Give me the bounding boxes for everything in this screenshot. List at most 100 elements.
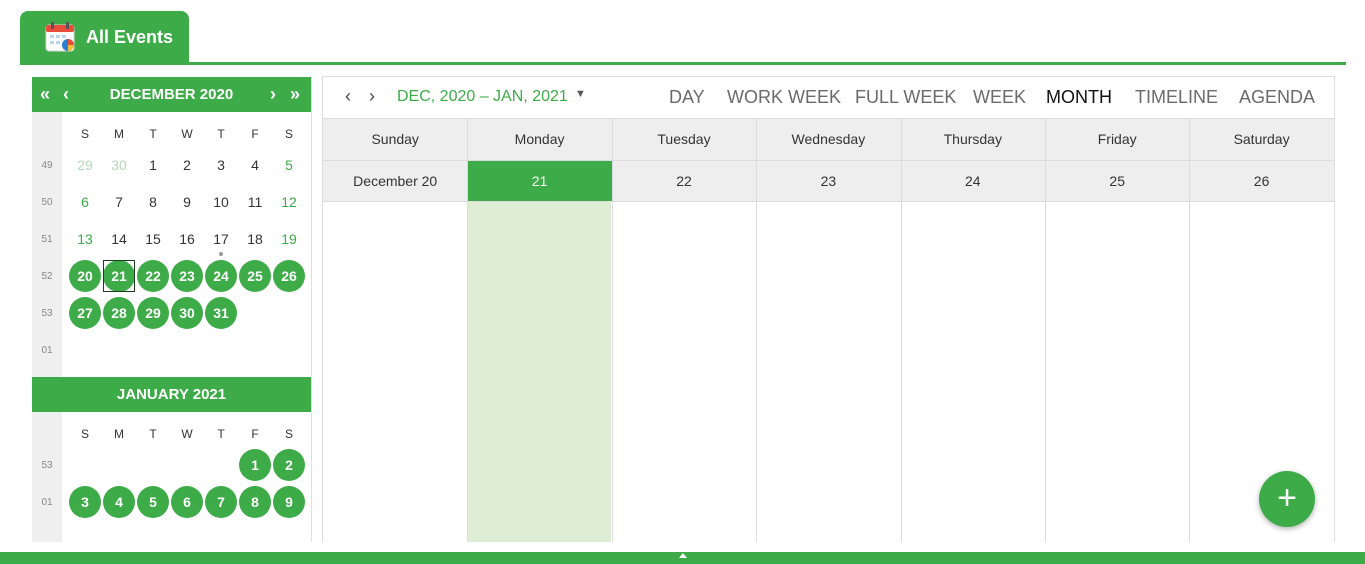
next-range-icon[interactable]: › xyxy=(369,86,375,107)
day-cell[interactable]: 6 xyxy=(69,186,101,218)
day-cell[interactable]: 3 xyxy=(69,486,101,518)
day-cell[interactable]: 17 xyxy=(205,223,237,256)
column-divider xyxy=(756,118,757,542)
view-tab-month[interactable]: MONTH xyxy=(1046,87,1112,108)
day-cell[interactable]: 15 xyxy=(137,223,169,255)
next-year-icon[interactable]: » xyxy=(290,77,300,112)
day-cell[interactable]: 7 xyxy=(205,486,237,518)
weekday-header: Thursday xyxy=(943,131,1002,147)
add-event-button[interactable]: + xyxy=(1259,471,1315,527)
day-cell[interactable]: 4 xyxy=(103,486,135,518)
day-cell[interactable]: 8 xyxy=(239,486,271,518)
day-cell[interactable]: 24 xyxy=(205,260,237,292)
day-cell[interactable]: 12 xyxy=(273,186,305,218)
today-column xyxy=(467,202,611,542)
scheduler-panel: ‹ › DEC, 2020 – JAN, 2021 ▼ DAY WORK WEEK… xyxy=(322,76,1335,542)
column-divider xyxy=(467,118,468,542)
chevron-down-icon[interactable]: ▼ xyxy=(575,88,586,100)
view-tab-full-week[interactable]: FULL WEEK xyxy=(855,87,956,108)
day-cell[interactable]: 21 xyxy=(103,260,135,292)
view-tab-agenda[interactable]: AGENDA xyxy=(1239,87,1315,108)
day-cell[interactable]: 3 xyxy=(205,149,237,181)
day-cell[interactable]: 23 xyxy=(171,260,203,292)
mini-calendar-title: JANUARY 2021 xyxy=(116,386,227,403)
view-tab-work-week[interactable]: WORK WEEK xyxy=(727,87,841,108)
column-divider xyxy=(612,118,613,542)
chevron-up-icon[interactable] xyxy=(679,553,687,558)
day-cell[interactable]: 30 xyxy=(103,149,135,181)
date-row: December 20 21 22 23 24 25 26 xyxy=(323,160,1334,202)
date-cell[interactable]: 22 xyxy=(612,161,756,201)
tab-underline xyxy=(20,62,1346,65)
weekday-label: T xyxy=(149,427,157,441)
day-cell[interactable]: 19 xyxy=(273,223,305,255)
day-cell[interactable]: 30 xyxy=(171,297,203,329)
day-cell[interactable]: 6 xyxy=(171,486,203,518)
day-cell[interactable]: 29 xyxy=(69,149,101,181)
column-divider xyxy=(901,118,902,542)
day-cell[interactable]: 27 xyxy=(69,297,101,329)
weekday-header-row: Sunday Monday Tuesday Wednesday Thursday Frid… xyxy=(323,118,1334,160)
weekday-label: F xyxy=(251,427,259,441)
day-cell[interactable]: 7 xyxy=(103,186,135,218)
view-tab-day[interactable]: DAY xyxy=(669,87,705,108)
day-cell[interactable]: 9 xyxy=(171,186,203,218)
day-cell[interactable]: 4 xyxy=(239,149,271,181)
weekday-label: S xyxy=(284,427,293,441)
view-tab-timeline[interactable]: TIMELINE xyxy=(1135,87,1218,108)
day-cell[interactable]: 5 xyxy=(137,486,169,518)
tab-all-events[interactable]: All Events xyxy=(20,11,189,63)
day-cell[interactable]: 29 xyxy=(137,297,169,329)
date-cell[interactable]: 21 xyxy=(467,161,612,201)
date-cell[interactable]: 25 xyxy=(1045,161,1189,201)
day-cell[interactable]: 2 xyxy=(171,149,203,181)
date-cell[interactable]: 24 xyxy=(901,161,1045,201)
prev-range-icon[interactable]: ‹ xyxy=(345,86,351,107)
day-cell[interactable]: 1 xyxy=(137,149,169,181)
week-number: 51 xyxy=(41,234,53,245)
tab-label: All Events xyxy=(86,26,174,47)
weekday-header: Monday xyxy=(514,131,565,147)
mini-calendar-title: DECEMBER 2020 xyxy=(109,86,234,103)
day-cell[interactable]: 25 xyxy=(239,260,271,292)
day-cell[interactable]: 5 xyxy=(273,149,305,181)
week-number: 52 xyxy=(41,271,53,282)
day-cell[interactable]: 14 xyxy=(103,223,135,255)
prev-year-icon[interactable]: « xyxy=(40,77,50,112)
prev-month-icon[interactable]: ‹ xyxy=(63,77,69,112)
date-cell[interactable]: December 20 xyxy=(323,161,467,201)
day-cell[interactable]: 2 xyxy=(273,449,305,481)
day-cell[interactable]: 31 xyxy=(205,297,237,329)
week-number-column xyxy=(32,412,62,542)
date-range-selector[interactable]: DEC, 2020 – JAN, 2021 xyxy=(397,88,568,106)
date-cell[interactable]: 26 xyxy=(1189,161,1333,201)
day-cell[interactable]: 28 xyxy=(103,297,135,329)
day-cell[interactable]: 13 xyxy=(69,223,101,255)
day-cell[interactable]: 11 xyxy=(239,186,271,218)
day-cell[interactable]: 8 xyxy=(137,186,169,218)
mini-calendar-sidebar: « ‹ DECEMBER 2020 › » S M T W T F S 49 29 30 1 2 3 4 5… xyxy=(32,77,312,542)
scheduler-toolbar: ‹ › DEC, 2020 – JAN, 2021 ▼ DAY WORK WEEK… xyxy=(323,77,1334,118)
plus-icon: + xyxy=(1277,479,1297,517)
week-number: 49 xyxy=(41,160,53,171)
day-cell[interactable]: 1 xyxy=(239,449,271,481)
weekday-header: Friday xyxy=(1097,131,1137,147)
weekday-label: S xyxy=(80,127,89,141)
view-tab-week[interactable]: WEEK xyxy=(973,87,1026,108)
weekday-header: Saturday xyxy=(1233,131,1290,147)
next-month-icon[interactable]: › xyxy=(270,77,276,112)
day-cell[interactable]: 22 xyxy=(137,260,169,292)
weekday-label: S xyxy=(284,127,293,141)
day-cell[interactable]: 9 xyxy=(273,486,305,518)
weekday-label: S xyxy=(80,427,89,441)
date-cell[interactable]: 23 xyxy=(756,161,900,201)
week-number: 01 xyxy=(41,497,53,508)
day-cell[interactable]: 26 xyxy=(273,260,305,292)
day-cell[interactable]: 20 xyxy=(69,260,101,292)
weekday-label: T xyxy=(149,127,157,141)
day-cell[interactable]: 16 xyxy=(171,223,203,255)
column-divider xyxy=(1189,118,1190,542)
weekday-label: W xyxy=(181,427,193,441)
day-cell[interactable]: 10 xyxy=(205,186,237,218)
day-cell[interactable]: 18 xyxy=(239,223,271,255)
